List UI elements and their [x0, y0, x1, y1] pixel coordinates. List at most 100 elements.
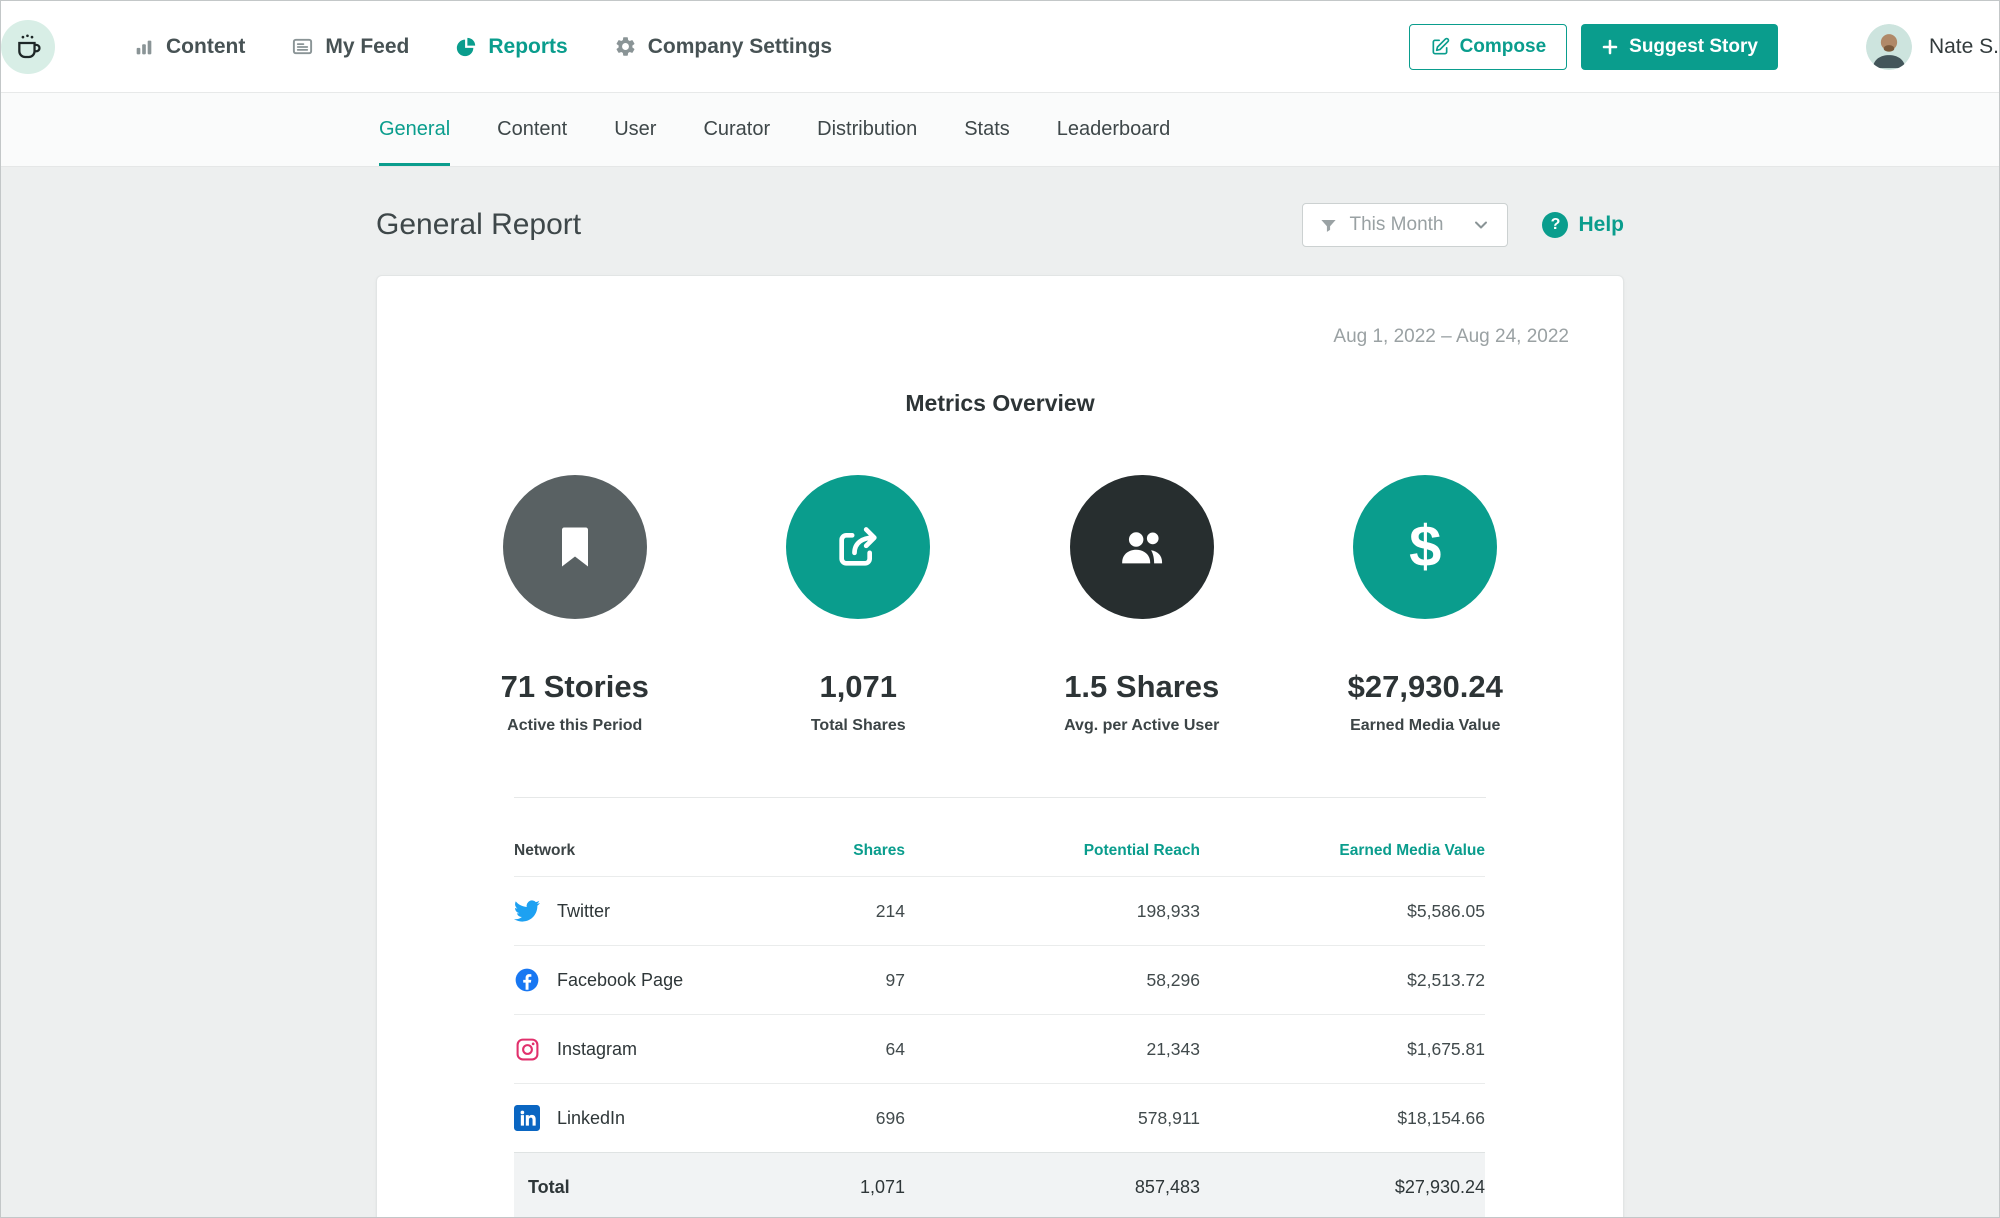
tab-curator[interactable]: Curator — [703, 93, 770, 166]
compose-label: Compose — [1459, 35, 1547, 57]
column-header-reach[interactable]: Potential Reach — [905, 842, 1200, 860]
table-row-linkedin: LinkedIn 696 578,911 $18,154.66 — [514, 1083, 1485, 1152]
metric-label: Earned Media Value — [1350, 717, 1501, 734]
metric-avg-shares: 1.5 Shares Avg. per Active User — [1000, 475, 1284, 735]
network-cell: LinkedIn — [514, 1105, 695, 1131]
funnel-icon — [1319, 216, 1338, 235]
app-window: Content My Feed Reports Company Settings… — [0, 0, 2000, 1218]
metrics-row: 71 Stories Active this Period 1,071 Tota… — [377, 475, 1623, 735]
column-header-emv[interactable]: Earned Media Value — [1200, 842, 1485, 860]
network-cell: Twitter — [514, 898, 695, 924]
top-nav-bar: Content My Feed Reports Company Settings… — [1, 1, 1999, 93]
metric-circle-stories — [502, 475, 647, 619]
tab-user[interactable]: User — [614, 93, 656, 166]
gear-icon — [614, 35, 637, 58]
plus-icon — [1601, 38, 1619, 56]
table-total-row: Total 1,071 857,483 $27,930.24 — [514, 1152, 1485, 1217]
linkedin-icon — [514, 1105, 540, 1131]
metrics-overview-title: Metrics Overview — [905, 390, 1095, 416]
nav-label: Content — [166, 34, 246, 58]
metric-circle-shares — [786, 475, 931, 619]
users-icon — [1114, 519, 1170, 575]
twitter-icon — [514, 898, 540, 924]
total-emv: $27,930.24 — [1394, 1176, 1485, 1197]
app-logo[interactable] — [1, 19, 55, 74]
network-name: Instagram — [557, 1038, 638, 1059]
total-label: Total — [528, 1176, 570, 1197]
header-controls: This Month ? Help — [1301, 203, 1624, 247]
bookmark-icon — [549, 521, 601, 573]
nav-item-reports[interactable]: Reports — [455, 34, 568, 59]
shares-cell: 64 — [885, 1038, 905, 1059]
table-row-twitter: Twitter 214 198,933 $5,586.05 — [514, 876, 1485, 945]
network-cell: Instagram — [514, 1036, 695, 1062]
metric-value: 1.5 Shares — [1064, 669, 1220, 704]
metric-label: Active this Period — [507, 717, 643, 734]
network-name: Facebook Page — [557, 969, 684, 990]
tab-leaderboard[interactable]: Leaderboard — [1057, 93, 1170, 166]
emv-cell: $2,513.72 — [1407, 969, 1485, 990]
page-title: General Report — [376, 208, 582, 241]
metric-total-shares: 1,071 Total Shares — [717, 475, 1001, 735]
share-icon — [830, 519, 886, 575]
network-table: Network Shares Potential Reach Earned Me… — [514, 826, 1485, 1217]
nav-item-content[interactable]: Content — [133, 35, 245, 59]
metric-value: 71 Stories — [500, 669, 649, 704]
section-divider — [514, 797, 1486, 798]
report-tabs-bar: General Content User Curator Distributio… — [1, 93, 1999, 167]
tab-content[interactable]: Content — [497, 93, 567, 166]
metric-label: Total Shares — [810, 717, 906, 734]
help-label: Help — [1578, 213, 1624, 236]
shares-cell: 97 — [885, 969, 905, 990]
time-filter-dropdown[interactable]: This Month — [1301, 203, 1509, 247]
column-header-shares[interactable]: Shares — [695, 842, 905, 860]
total-reach: 857,483 — [1134, 1176, 1200, 1197]
page-header: General Report This Month ? Help — [376, 201, 1624, 249]
date-range: Aug 1, 2022 – Aug 24, 2022 — [1333, 326, 1569, 347]
emv-cell: $1,675.81 — [1407, 1038, 1485, 1059]
reach-cell: 21,343 — [1146, 1038, 1200, 1059]
table-row-facebook: Facebook Page 97 58,296 $2,513.72 — [514, 945, 1485, 1014]
metric-value: $27,930.24 — [1347, 669, 1503, 704]
primary-nav: Content My Feed Reports Company Settings — [133, 35, 832, 59]
nav-label: Company Settings — [647, 34, 833, 58]
suggest-story-label: Suggest Story — [1629, 35, 1758, 57]
metric-stories: 71 Stories Active this Period — [433, 475, 717, 735]
column-header-network: Network — [514, 842, 576, 859]
instagram-icon — [514, 1036, 540, 1062]
tab-general[interactable]: General — [379, 93, 451, 166]
coffee-cup-icon — [12, 31, 44, 63]
user-menu[interactable]: Nate S. — [1865, 23, 1999, 70]
tab-stats[interactable]: Stats — [964, 93, 1010, 166]
reach-cell: 578,911 — [1138, 1107, 1200, 1128]
nav-item-company-settings[interactable]: Company Settings — [614, 35, 832, 59]
metric-emv: $ $27,930.24 Earned Media Value — [1284, 475, 1568, 735]
shares-cell: 696 — [875, 1107, 905, 1128]
tab-distribution[interactable]: Distribution — [817, 93, 917, 166]
network-name: LinkedIn — [557, 1107, 626, 1128]
avatar — [1865, 23, 1912, 70]
compose-pencil-icon — [1430, 37, 1450, 57]
table-header-row: Network Shares Potential Reach Earned Me… — [514, 826, 1485, 876]
facebook-icon — [514, 967, 540, 993]
nav-item-my-feed[interactable]: My Feed — [291, 35, 409, 59]
suggest-story-button[interactable]: Suggest Story — [1581, 23, 1778, 70]
nav-label: Reports — [488, 34, 568, 58]
reach-cell: 198,933 — [1136, 900, 1200, 921]
metric-circle-users — [1069, 475, 1214, 619]
newspaper-icon — [291, 35, 314, 58]
emv-cell: $5,586.05 — [1407, 900, 1485, 921]
total-shares: 1,071 — [859, 1176, 905, 1197]
reach-cell: 58,296 — [1146, 969, 1200, 990]
metric-label: Avg. per Active User — [1064, 717, 1220, 734]
help-link[interactable]: ? Help — [1542, 212, 1624, 238]
main-content: General Report This Month ? Help Aug 1, … — [376, 201, 1624, 1217]
emv-cell: $18,154.66 — [1397, 1107, 1485, 1128]
compose-button[interactable]: Compose — [1408, 23, 1568, 70]
user-name: Nate S. — [1928, 34, 1999, 58]
time-filter-value: This Month — [1349, 214, 1444, 235]
question-circle-icon: ? — [1542, 212, 1569, 238]
bar-chart-icon — [133, 36, 155, 58]
chevron-down-icon — [1471, 215, 1491, 235]
report-tabs: General Content User Curator Distributio… — [379, 93, 1170, 166]
